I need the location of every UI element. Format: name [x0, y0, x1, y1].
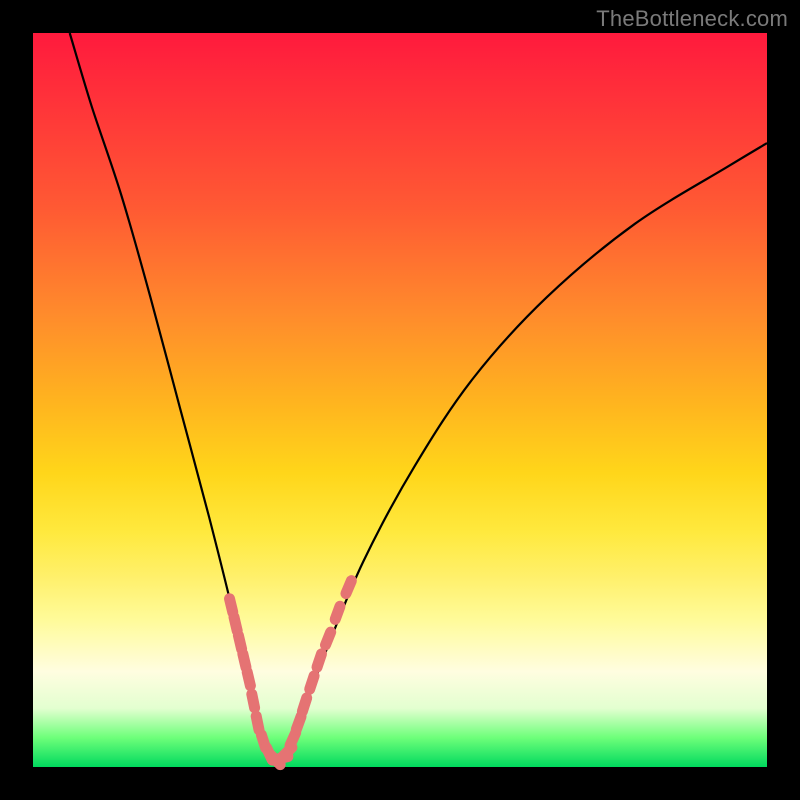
bead-marker	[335, 606, 340, 619]
bead-marker	[230, 599, 233, 613]
bead-marker	[317, 654, 322, 667]
bead-marker	[302, 698, 306, 711]
bottleneck-curve	[70, 33, 767, 760]
chart-frame: TheBottleneck.com	[0, 0, 800, 800]
bead-marker	[238, 635, 241, 649]
plot-area	[33, 33, 767, 767]
bead-marker	[256, 716, 259, 730]
bead-marker	[310, 676, 314, 689]
watermark-text: TheBottleneck.com	[596, 6, 788, 32]
curve-svg	[33, 33, 767, 767]
bead-marker	[247, 672, 250, 686]
bead-marker	[252, 694, 255, 708]
bead-marker	[296, 716, 301, 729]
bead-marker	[234, 617, 237, 631]
bead-marker	[326, 632, 331, 645]
highlight-beads	[230, 581, 352, 765]
bead-marker	[243, 654, 246, 668]
bead-marker	[346, 581, 352, 594]
